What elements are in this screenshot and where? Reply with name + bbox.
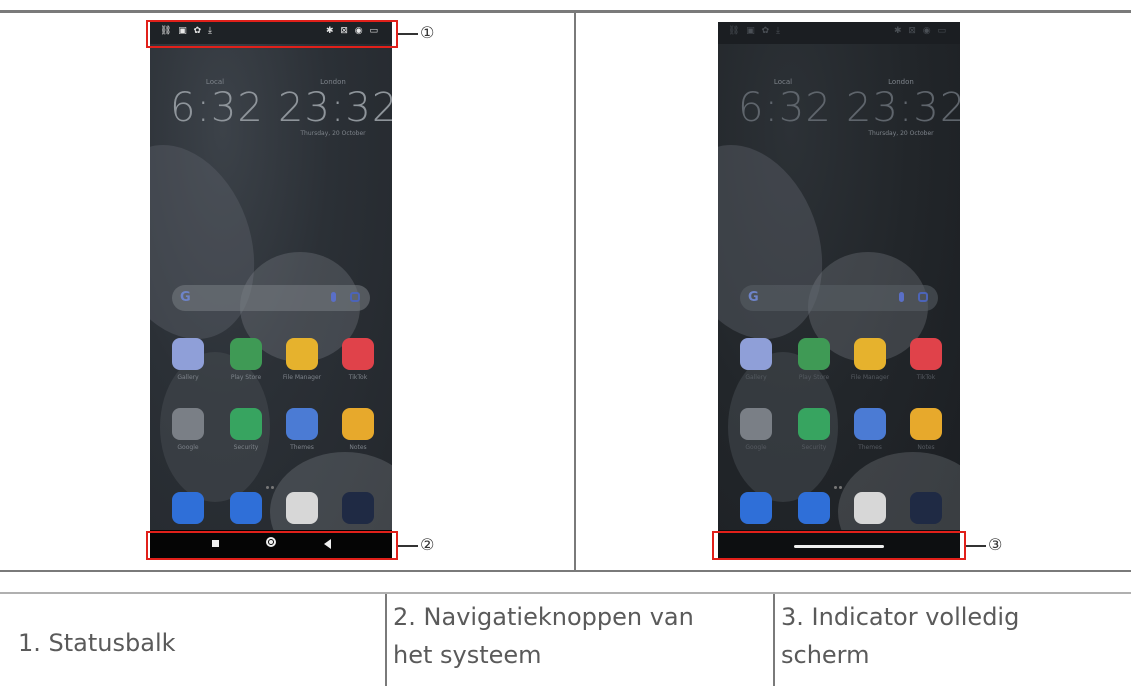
caption-status-bar: 1. Statusbalk bbox=[18, 629, 176, 657]
caption-line: 3. Indicator volledig bbox=[781, 603, 1020, 631]
callout-leader-line bbox=[966, 545, 986, 547]
tiktok-app-icon[interactable] bbox=[910, 338, 942, 370]
google-search-bar[interactable]: G bbox=[740, 285, 938, 311]
gallery-app-icon[interactable] bbox=[740, 338, 772, 370]
status-icons-right: ✱ ⊠ ◉ ▭ bbox=[893, 26, 948, 36]
clock-widget-local[interactable]: Local 6:32 bbox=[170, 78, 264, 131]
play-store-app-icon[interactable] bbox=[798, 338, 830, 370]
app-label: File Manager bbox=[282, 374, 322, 381]
caption-column-divider bbox=[385, 594, 387, 686]
camera-app-icon[interactable] bbox=[910, 492, 942, 524]
gallery-app-icon[interactable] bbox=[172, 338, 204, 370]
lens-icon[interactable] bbox=[350, 292, 360, 302]
play-store-app-icon[interactable] bbox=[230, 338, 262, 370]
callout-box-navigation-buttons bbox=[146, 531, 398, 560]
callout-box-full-screen-indicator bbox=[712, 531, 966, 560]
file-manager-app-icon[interactable] bbox=[854, 338, 886, 370]
clock-date: Thursday, 20 October bbox=[300, 130, 366, 137]
app-label: Google bbox=[177, 444, 199, 451]
callout-number-3: ③ bbox=[988, 535, 1003, 554]
phone-app-icon[interactable] bbox=[740, 492, 772, 524]
app-label: Notes bbox=[917, 444, 935, 451]
app-label: Play Store bbox=[798, 374, 830, 381]
themes-app-icon[interactable] bbox=[286, 408, 318, 440]
status-bar: ⛓ ▣ ✿ ⤓ ✱ ⊠ ◉ ▭ bbox=[718, 22, 960, 44]
google-folder-icon[interactable] bbox=[740, 408, 772, 440]
callout-leader-line bbox=[398, 33, 418, 35]
clock-widget-local[interactable]: Local 6:32 bbox=[738, 78, 832, 131]
themes-app-icon[interactable] bbox=[854, 408, 886, 440]
figure-column-divider bbox=[574, 12, 576, 570]
app-label: Themes bbox=[858, 444, 882, 451]
microphone-icon[interactable] bbox=[899, 292, 904, 302]
messages-app-icon[interactable] bbox=[230, 492, 262, 524]
chrome-app-icon[interactable] bbox=[286, 492, 318, 524]
caption-line: scherm bbox=[781, 641, 870, 669]
security-app-icon[interactable] bbox=[230, 408, 262, 440]
clock-date: Thursday, 20 October bbox=[868, 130, 934, 137]
clock-time: 23:32 bbox=[278, 85, 392, 131]
callout-number-2: ② bbox=[420, 535, 435, 554]
app-label: Themes bbox=[290, 444, 314, 451]
google-folder-icon[interactable] bbox=[172, 408, 204, 440]
notes-app-icon[interactable] bbox=[342, 408, 374, 440]
clock-time: 6:32 bbox=[170, 85, 264, 131]
chrome-app-icon[interactable] bbox=[854, 492, 886, 524]
app-label: Gallery bbox=[177, 374, 199, 381]
caption-line: het systeem bbox=[393, 641, 542, 669]
app-label: Security bbox=[801, 444, 827, 451]
file-manager-app-icon[interactable] bbox=[286, 338, 318, 370]
app-label: Notes bbox=[349, 444, 367, 451]
caption-full-screen-indicator: 3. Indicator volledig scherm bbox=[781, 598, 1019, 674]
page-indicator-dots bbox=[266, 474, 276, 489]
clock-time: 23:32 bbox=[846, 85, 960, 131]
app-label: Google bbox=[745, 444, 767, 451]
caption-navigation-buttons: 2. Navigatieknoppen van het systeem bbox=[393, 598, 694, 674]
callout-number-1: ① bbox=[420, 23, 435, 42]
messages-app-icon[interactable] bbox=[798, 492, 830, 524]
app-label: File Manager bbox=[850, 374, 890, 381]
app-label: Gallery bbox=[745, 374, 767, 381]
google-search-bar[interactable]: G bbox=[172, 285, 370, 311]
tiktok-app-icon[interactable] bbox=[342, 338, 374, 370]
security-app-icon[interactable] bbox=[798, 408, 830, 440]
app-label: TikTok bbox=[916, 374, 936, 381]
microphone-icon[interactable] bbox=[331, 292, 336, 302]
caption-line: 2. Navigatieknoppen van bbox=[393, 603, 694, 631]
phone-screenshot-navigation-buttons: ⛓ ▣ ✿ ⤓ ✱ ⊠ ◉ ▭ Local 6:32 London 23:32 … bbox=[150, 22, 392, 558]
lens-icon[interactable] bbox=[918, 292, 928, 302]
figure-top-rule bbox=[0, 10, 1131, 13]
google-logo-icon: G bbox=[748, 290, 759, 305]
clock-widget-london[interactable]: London 23:32 Thursday, 20 October bbox=[846, 78, 960, 137]
page-indicator-dots bbox=[834, 474, 844, 489]
phone-app-icon[interactable] bbox=[172, 492, 204, 524]
status-icons-left: ⛓ ▣ ✿ ⤓ bbox=[728, 26, 783, 36]
app-label: Security bbox=[233, 444, 259, 451]
callout-box-status-bar bbox=[146, 20, 398, 48]
clock-widget-london[interactable]: London 23:32 Thursday, 20 October bbox=[278, 78, 392, 137]
phone-screenshot-full-screen-gestures: ⛓ ▣ ✿ ⤓ ✱ ⊠ ◉ ▭ Local 6:32 London 23:32 … bbox=[718, 22, 960, 558]
app-label: Play Store bbox=[230, 374, 262, 381]
google-logo-icon: G bbox=[180, 290, 191, 305]
camera-app-icon[interactable] bbox=[342, 492, 374, 524]
app-label: TikTok bbox=[348, 374, 368, 381]
notes-app-icon[interactable] bbox=[910, 408, 942, 440]
caption-column-divider bbox=[773, 594, 775, 686]
callout-leader-line bbox=[398, 545, 418, 547]
clock-time: 6:32 bbox=[738, 85, 832, 131]
caption-table-top-rule bbox=[0, 592, 1131, 594]
figure-bottom-rule bbox=[0, 570, 1131, 572]
